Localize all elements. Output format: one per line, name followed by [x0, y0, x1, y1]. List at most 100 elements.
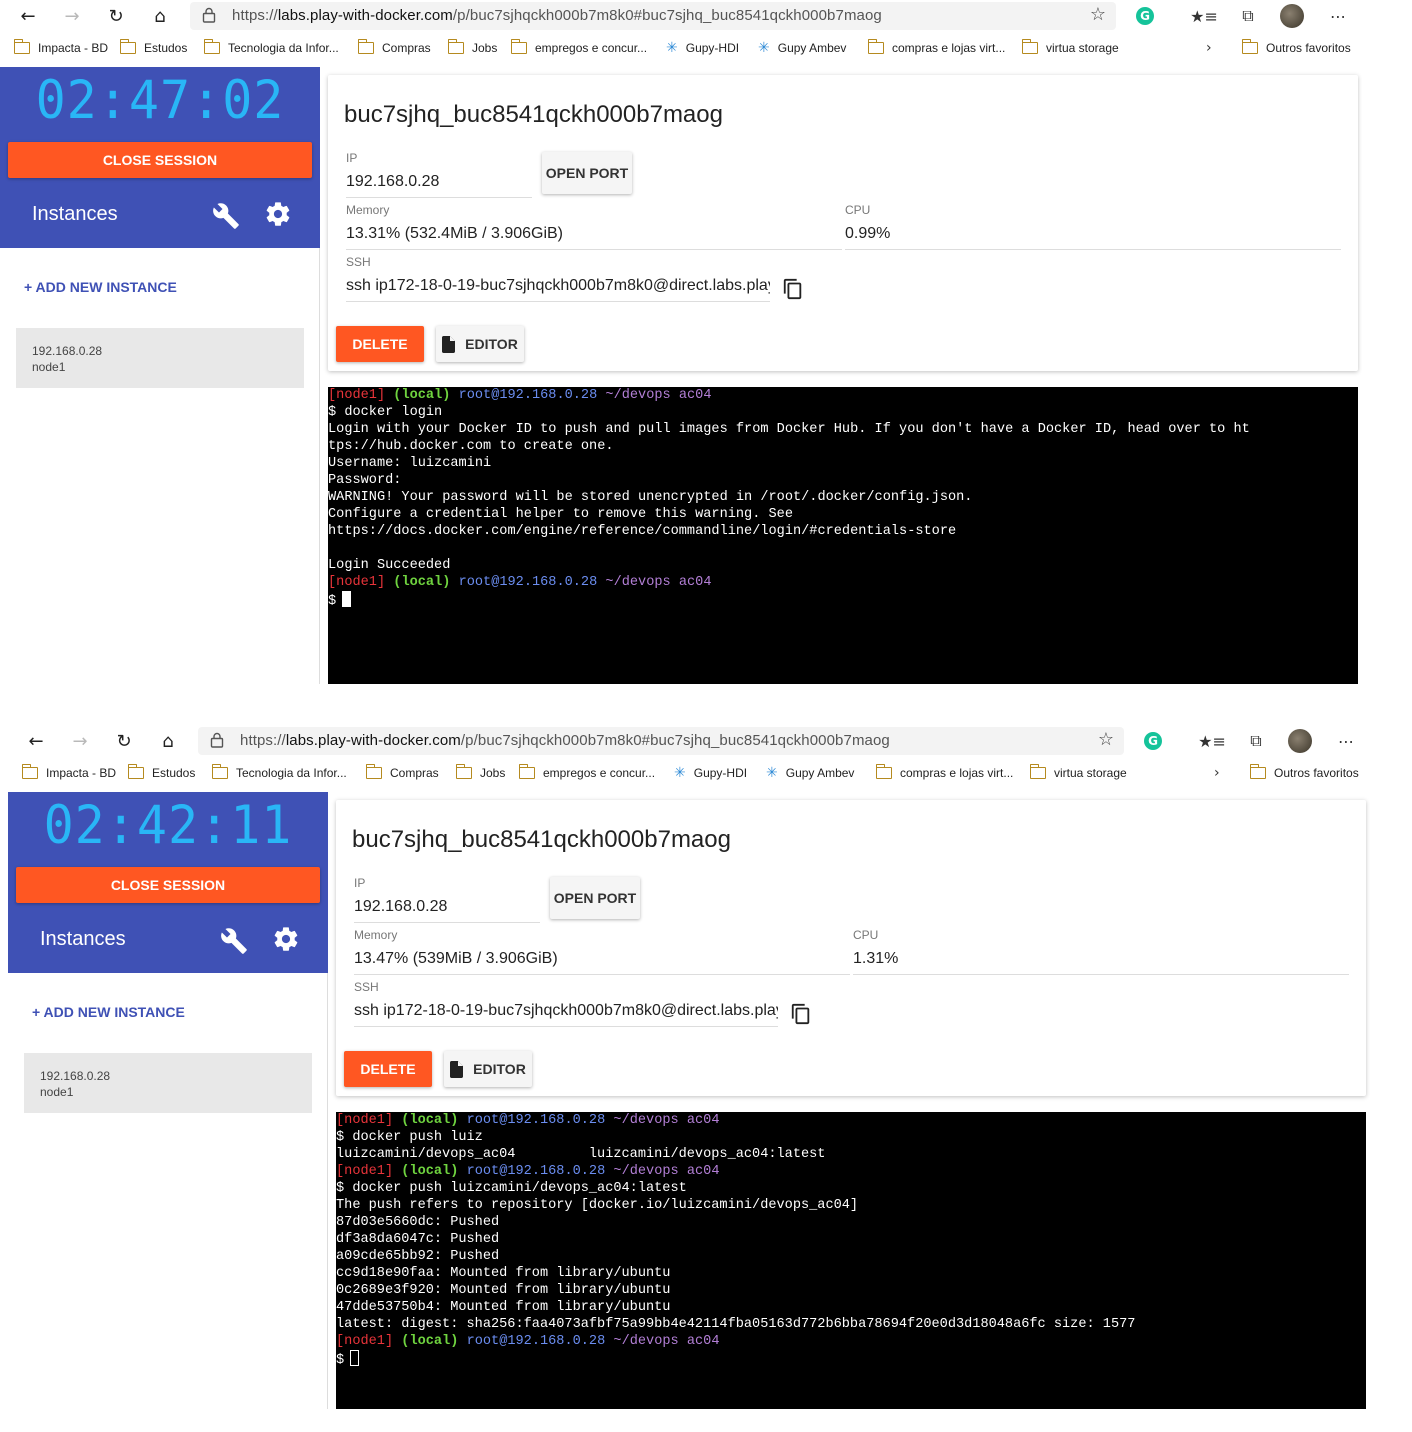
bookmark-item[interactable]: ✳ Gupy-HDI [666, 36, 739, 60]
forward-arrow-icon[interactable]: → [60, 4, 84, 28]
ssh-field[interactable]: ssh ip172-18-0-19-buc7sjhqckh000b7m8k0@d… [346, 277, 770, 302]
back-arrow-icon[interactable]: ← [24, 729, 48, 753]
bookmark-item[interactable]: Compras [357, 36, 431, 60]
instance-list-item[interactable]: 192.168.0.28 node1 [16, 328, 304, 388]
add-new-instance-button[interactable]: + ADD NEW INSTANCE [32, 1004, 185, 1020]
bookmarks-overflow-chevron-icon[interactable]: › [1206, 36, 1212, 60]
bookmark-item[interactable]: Estudos [127, 761, 195, 785]
terminal-line: 0c2689e3f920: Mounted from library/ubunt… [336, 1282, 1366, 1299]
snowflake-icon: ✳ [766, 765, 778, 781]
bookmark-item[interactable]: compras e lojas virt... [875, 761, 1013, 785]
bookmark-item[interactable]: Tecnologia da Infor... [211, 761, 347, 785]
bookmark-item[interactable]: Impacta - BD [13, 36, 109, 60]
terminal-cursor [350, 1350, 360, 1366]
terminal-line: cc9d18e90faa: Mounted from library/ubunt… [336, 1265, 1366, 1282]
favorite-star-icon[interactable]: ☆ [1098, 729, 1114, 750]
grammarly-extension-icon[interactable]: G [1136, 7, 1154, 25]
bookmark-item[interactable]: Jobs [447, 36, 497, 60]
bookmark-item[interactable]: compras e lojas virt... [867, 36, 1006, 60]
bookmark-item[interactable]: virtua storage [1021, 36, 1119, 60]
bookmark-label: Impacta - BD [46, 766, 117, 780]
folder-icon [203, 39, 220, 54]
home-icon[interactable]: ⌂ [156, 729, 180, 753]
copy-icon[interactable] [782, 277, 804, 301]
bookmark-item[interactable]: Impacta - BD [21, 761, 117, 785]
profile-avatar[interactable] [1280, 4, 1304, 28]
bookmark-other-favorites[interactable]: Outros favoritos [1249, 761, 1359, 785]
home-icon[interactable]: ⌂ [148, 4, 172, 28]
add-new-instance-button[interactable]: + ADD NEW INSTANCE [24, 279, 177, 295]
wrench-icon[interactable] [212, 202, 240, 230]
bookmark-item[interactable]: ✳ Gupy Ambev [766, 761, 854, 785]
editor-button[interactable]: EDITOR [444, 1051, 532, 1087]
terminal-text: $ [336, 1353, 345, 1368]
bookmark-item[interactable]: virtua storage [1029, 761, 1127, 785]
copy-icon[interactable] [790, 1002, 812, 1026]
collections-icon[interactable]: ⧉ [1236, 4, 1260, 28]
delete-button[interactable]: DELETE [336, 326, 424, 362]
bookmark-item[interactable]: empregos e concur... [510, 36, 647, 60]
bookmark-item[interactable]: Compras [365, 761, 439, 785]
favorites-list-icon[interactable]: ★≡ [1190, 4, 1218, 28]
file-icon [442, 335, 456, 353]
favorites-list-icon[interactable]: ★≡ [1198, 729, 1226, 753]
sidebar-header: 02:42:11 CLOSE SESSION Instances [8, 792, 328, 973]
bookmark-item[interactable]: ✳ Gupy-HDI [674, 761, 747, 785]
memory-field: 13.31% (532.4MiB / 3.906GiB) [346, 225, 842, 250]
bookmarks-overflow-chevron-icon[interactable]: › [1214, 761, 1220, 785]
favorite-star-icon[interactable]: ☆ [1090, 4, 1106, 25]
bookmark-label: Impacta - BD [38, 41, 109, 55]
wrench-icon[interactable] [220, 927, 248, 955]
bookmark-item[interactable]: Jobs [455, 761, 506, 785]
back-arrow-icon[interactable]: ← [16, 4, 40, 28]
folder-icon [510, 39, 527, 54]
bookmark-label: virtua storage [1046, 41, 1119, 55]
terminal-line: latest: digest: sha256:faa4073afbf75a99b… [336, 1316, 1366, 1333]
refresh-icon[interactable]: ↻ [104, 4, 128, 28]
collections-icon[interactable]: ⧉ [1244, 729, 1268, 753]
bookmark-item[interactable]: Tecnologia da Infor... [203, 36, 339, 60]
terminal-text: 47dde53750b4: Mounted from library/ubunt… [336, 1300, 671, 1315]
terminal[interactable]: [node1] (local) root@192.168.0.28 ~/devo… [328, 387, 1358, 684]
ssh-field[interactable]: ssh ip172-18-0-19-buc7sjhqckh000b7m8k0@d… [354, 1002, 778, 1027]
terminal-text: Login Succeeded [328, 558, 451, 573]
editor-button[interactable]: EDITOR [436, 326, 524, 362]
folder-icon [21, 764, 38, 779]
bookmark-other-favorites[interactable]: Outros favoritos [1241, 36, 1351, 60]
terminal-text: $ [328, 594, 337, 609]
profile-avatar[interactable] [1288, 729, 1312, 753]
forward-arrow-icon[interactable]: → [68, 729, 92, 753]
bookmark-item[interactable]: ✳ Gupy Ambev [758, 36, 846, 60]
browser-toolbar: ← → ↻ ⌂ https://labs.play-with-docker.co… [8, 725, 1370, 757]
bookmark-label: compras e lojas virt... [892, 41, 1006, 55]
address-bar[interactable]: https://labs.play-with-docker.com/p/buc7… [198, 727, 1124, 755]
terminal[interactable]: [node1] (local) root@192.168.0.28 ~/devo… [336, 1112, 1366, 1409]
prompt-directory: ~/devops ac04 [613, 1113, 720, 1128]
refresh-icon[interactable]: ↻ [112, 729, 136, 753]
instance-title: buc7sjhq_buc8541qckh000b7maog [352, 826, 731, 853]
delete-button[interactable]: DELETE [344, 1051, 432, 1087]
more-menu-icon[interactable]: ⋯ [1334, 729, 1358, 753]
terminal-line: 47dde53750b4: Mounted from library/ubunt… [336, 1299, 1366, 1316]
settings-gear-icon[interactable] [272, 925, 300, 953]
open-port-button[interactable]: OPEN PORT [550, 877, 640, 919]
folder-icon [1029, 764, 1046, 779]
bookmark-item[interactable]: Estudos [119, 36, 187, 60]
ip-field: 192.168.0.28 [346, 173, 532, 198]
cpu-label: CPU [853, 928, 879, 942]
close-session-button[interactable]: CLOSE SESSION [16, 867, 320, 903]
settings-gear-icon[interactable] [264, 200, 292, 228]
address-bar[interactable]: https://labs.play-with-docker.com/p/buc7… [190, 2, 1116, 30]
grammarly-extension-icon[interactable]: G [1144, 732, 1162, 750]
more-menu-icon[interactable]: ⋯ [1326, 4, 1350, 28]
terminal-line: $ docker login [328, 404, 1358, 421]
close-session-button[interactable]: CLOSE SESSION [8, 142, 312, 178]
open-port-button[interactable]: OPEN PORT [542, 152, 632, 194]
folder-icon [867, 39, 884, 54]
memory-label: Memory [354, 928, 398, 942]
pwd-app: 02:42:11 CLOSE SESSION Instances + ADD N… [8, 792, 1370, 1409]
bookmark-item[interactable]: empregos e concur... [518, 761, 655, 785]
bookmark-label: Jobs [480, 766, 506, 780]
instance-list-item[interactable]: 192.168.0.28 node1 [24, 1053, 312, 1113]
